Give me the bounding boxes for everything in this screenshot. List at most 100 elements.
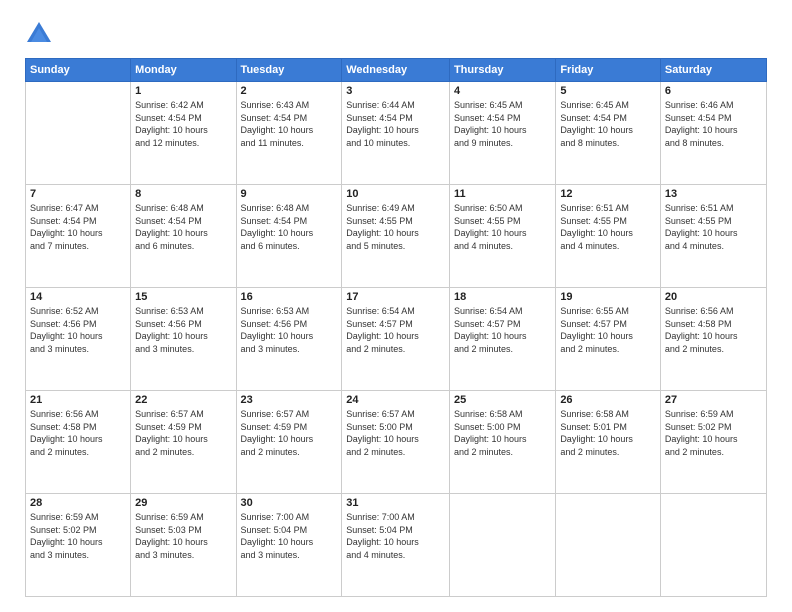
cell-info-text: Sunrise: 6:56 AM Sunset: 4:58 PM Dayligh… <box>30 408 126 458</box>
cell-day-number: 12 <box>560 188 656 200</box>
cell-day-number: 22 <box>135 394 231 406</box>
header-sunday: Sunday <box>26 59 131 82</box>
cell-day-number: 1 <box>135 85 231 97</box>
cell-day-number: 23 <box>241 394 338 406</box>
calendar-cell: 8 Sunrise: 6:48 AM Sunset: 4:54 PM Daylig… <box>131 185 236 288</box>
calendar-table: SundayMondayTuesdayWednesdayThursdayFrid… <box>25 58 767 597</box>
calendar-cell: 30 Sunrise: 7:00 AM Sunset: 5:04 PM Dayli… <box>236 494 342 597</box>
cell-day-number: 28 <box>30 497 126 509</box>
cell-info-text: Sunrise: 6:57 AM Sunset: 4:59 PM Dayligh… <box>135 408 231 458</box>
cell-info-text: Sunrise: 7:00 AM Sunset: 5:04 PM Dayligh… <box>241 511 338 561</box>
cell-info-text: Sunrise: 6:54 AM Sunset: 4:57 PM Dayligh… <box>346 305 445 355</box>
cell-info-text: Sunrise: 6:59 AM Sunset: 5:02 PM Dayligh… <box>665 408 762 458</box>
cell-day-number: 14 <box>30 291 126 303</box>
cell-info-text: Sunrise: 6:45 AM Sunset: 4:54 PM Dayligh… <box>454 99 551 149</box>
cell-day-number: 4 <box>454 85 551 97</box>
cell-info-text: Sunrise: 6:58 AM Sunset: 5:00 PM Dayligh… <box>454 408 551 458</box>
calendar-cell: 12 Sunrise: 6:51 AM Sunset: 4:55 PM Dayli… <box>556 185 661 288</box>
cell-info-text: Sunrise: 7:00 AM Sunset: 5:04 PM Dayligh… <box>346 511 445 561</box>
calendar-cell: 7 Sunrise: 6:47 AM Sunset: 4:54 PM Daylig… <box>26 185 131 288</box>
calendar-cell: 25 Sunrise: 6:58 AM Sunset: 5:00 PM Dayli… <box>449 391 555 494</box>
calendar-cell: 9Sunrise: 6:48 AM Sunset: 4:54 PM Daylig… <box>236 185 342 288</box>
logo-icon <box>25 20 53 48</box>
cell-day-number: 20 <box>665 291 762 303</box>
cell-day-number: 2 <box>241 85 338 97</box>
calendar-cell <box>26 82 131 185</box>
cell-day-number: 11 <box>454 188 551 200</box>
calendar-cell: 6 Sunrise: 6:46 AM Sunset: 4:54 PM Daylig… <box>660 82 766 185</box>
header-friday: Friday <box>556 59 661 82</box>
cell-day-number: 10 <box>346 188 445 200</box>
calendar-cell: 21 Sunrise: 6:56 AM Sunset: 4:58 PM Dayli… <box>26 391 131 494</box>
cell-day-number: 13 <box>665 188 762 200</box>
calendar-cell: 1 Sunrise: 6:42 AM Sunset: 4:54 PM Daylig… <box>131 82 236 185</box>
calendar-cell: 24 Sunrise: 6:57 AM Sunset: 5:00 PM Dayli… <box>342 391 450 494</box>
cell-day-number: 29 <box>135 497 231 509</box>
cell-day-number: 31 <box>346 497 445 509</box>
cell-info-text: Sunrise: 6:49 AM Sunset: 4:55 PM Dayligh… <box>346 202 445 252</box>
cell-info-text: Sunrise: 6:50 AM Sunset: 4:55 PM Dayligh… <box>454 202 551 252</box>
calendar-cell: 26 Sunrise: 6:58 AM Sunset: 5:01 PM Dayli… <box>556 391 661 494</box>
header-thursday: Thursday <box>449 59 555 82</box>
calendar-cell: 16Sunrise: 6:53 AM Sunset: 4:56 PM Dayli… <box>236 288 342 391</box>
cell-day-number: 21 <box>30 394 126 406</box>
cell-day-number: 16 <box>241 291 338 303</box>
calendar-week-2: 14 Sunrise: 6:52 AM Sunset: 4:56 PM Dayli… <box>26 288 767 391</box>
cell-day-number: 3 <box>346 85 445 97</box>
calendar-cell: 20 Sunrise: 6:56 AM Sunset: 4:58 PM Dayli… <box>660 288 766 391</box>
calendar-cell: 18 Sunrise: 6:54 AM Sunset: 4:57 PM Dayli… <box>449 288 555 391</box>
calendar-cell: 15 Sunrise: 6:53 AM Sunset: 4:56 PM Dayli… <box>131 288 236 391</box>
calendar-week-3: 21 Sunrise: 6:56 AM Sunset: 4:58 PM Dayli… <box>26 391 767 494</box>
calendar-cell: 4 Sunrise: 6:45 AM Sunset: 4:54 PM Daylig… <box>449 82 555 185</box>
page: SundayMondayTuesdayWednesdayThursdayFrid… <box>0 0 792 612</box>
calendar-cell: 22 Sunrise: 6:57 AM Sunset: 4:59 PM Dayli… <box>131 391 236 494</box>
cell-day-number: 8 <box>135 188 231 200</box>
cell-info-text: Sunrise: 6:54 AM Sunset: 4:57 PM Dayligh… <box>454 305 551 355</box>
calendar-cell: 13Sunrise: 6:51 AM Sunset: 4:55 PM Dayli… <box>660 185 766 288</box>
calendar-cell: 11 Sunrise: 6:50 AM Sunset: 4:55 PM Dayli… <box>449 185 555 288</box>
calendar-cell: 5 Sunrise: 6:45 AM Sunset: 4:54 PM Daylig… <box>556 82 661 185</box>
cell-info-text: Sunrise: 6:48 AM Sunset: 4:54 PM Dayligh… <box>135 202 231 252</box>
cell-day-number: 26 <box>560 394 656 406</box>
header <box>25 20 767 48</box>
header-saturday: Saturday <box>660 59 766 82</box>
cell-day-number: 7 <box>30 188 126 200</box>
cell-info-text: Sunrise: 6:52 AM Sunset: 4:56 PM Dayligh… <box>30 305 126 355</box>
cell-day-number: 19 <box>560 291 656 303</box>
calendar-week-4: 28Sunrise: 6:59 AM Sunset: 5:02 PM Dayli… <box>26 494 767 597</box>
cell-info-text: Sunrise: 6:42 AM Sunset: 4:54 PM Dayligh… <box>135 99 231 149</box>
cell-day-number: 25 <box>454 394 551 406</box>
calendar-cell: 28Sunrise: 6:59 AM Sunset: 5:02 PM Dayli… <box>26 494 131 597</box>
calendar-cell: 31 Sunrise: 7:00 AM Sunset: 5:04 PM Dayli… <box>342 494 450 597</box>
cell-info-text: Sunrise: 6:46 AM Sunset: 4:54 PM Dayligh… <box>665 99 762 149</box>
calendar-cell: 23 Sunrise: 6:57 AM Sunset: 4:59 PM Dayli… <box>236 391 342 494</box>
cell-day-number: 15 <box>135 291 231 303</box>
cell-info-text: Sunrise: 6:47 AM Sunset: 4:54 PM Dayligh… <box>30 202 126 252</box>
header-monday: Monday <box>131 59 236 82</box>
cell-info-text: Sunrise: 6:56 AM Sunset: 4:58 PM Dayligh… <box>665 305 762 355</box>
cell-info-text: Sunrise: 6:57 AM Sunset: 5:00 PM Dayligh… <box>346 408 445 458</box>
cell-day-number: 6 <box>665 85 762 97</box>
cell-info-text: Sunrise: 6:51 AM Sunset: 4:55 PM Dayligh… <box>560 202 656 252</box>
cell-info-text: Sunrise: 6:55 AM Sunset: 4:57 PM Dayligh… <box>560 305 656 355</box>
cell-info-text: Sunrise: 6:53 AM Sunset: 4:56 PM Dayligh… <box>135 305 231 355</box>
cell-info-text: Sunrise: 6:58 AM Sunset: 5:01 PM Dayligh… <box>560 408 656 458</box>
cell-day-number: 24 <box>346 394 445 406</box>
calendar-cell <box>449 494 555 597</box>
cell-day-number: 30 <box>241 497 338 509</box>
calendar-cell: 14 Sunrise: 6:52 AM Sunset: 4:56 PM Dayli… <box>26 288 131 391</box>
calendar-cell <box>660 494 766 597</box>
cell-info-text: Sunrise: 6:48 AM Sunset: 4:54 PM Dayligh… <box>241 202 338 252</box>
calendar-week-1: 7 Sunrise: 6:47 AM Sunset: 4:54 PM Daylig… <box>26 185 767 288</box>
calendar-cell: 2Sunrise: 6:43 AM Sunset: 4:54 PM Daylig… <box>236 82 342 185</box>
cell-info-text: Sunrise: 6:44 AM Sunset: 4:54 PM Dayligh… <box>346 99 445 149</box>
header-tuesday: Tuesday <box>236 59 342 82</box>
cell-day-number: 27 <box>665 394 762 406</box>
cell-day-number: 18 <box>454 291 551 303</box>
cell-day-number: 5 <box>560 85 656 97</box>
calendar-week-0: 1 Sunrise: 6:42 AM Sunset: 4:54 PM Daylig… <box>26 82 767 185</box>
cell-info-text: Sunrise: 6:57 AM Sunset: 4:59 PM Dayligh… <box>241 408 338 458</box>
cell-info-text: Sunrise: 6:45 AM Sunset: 4:54 PM Dayligh… <box>560 99 656 149</box>
cell-info-text: Sunrise: 6:59 AM Sunset: 5:03 PM Dayligh… <box>135 511 231 561</box>
cell-day-number: 17 <box>346 291 445 303</box>
